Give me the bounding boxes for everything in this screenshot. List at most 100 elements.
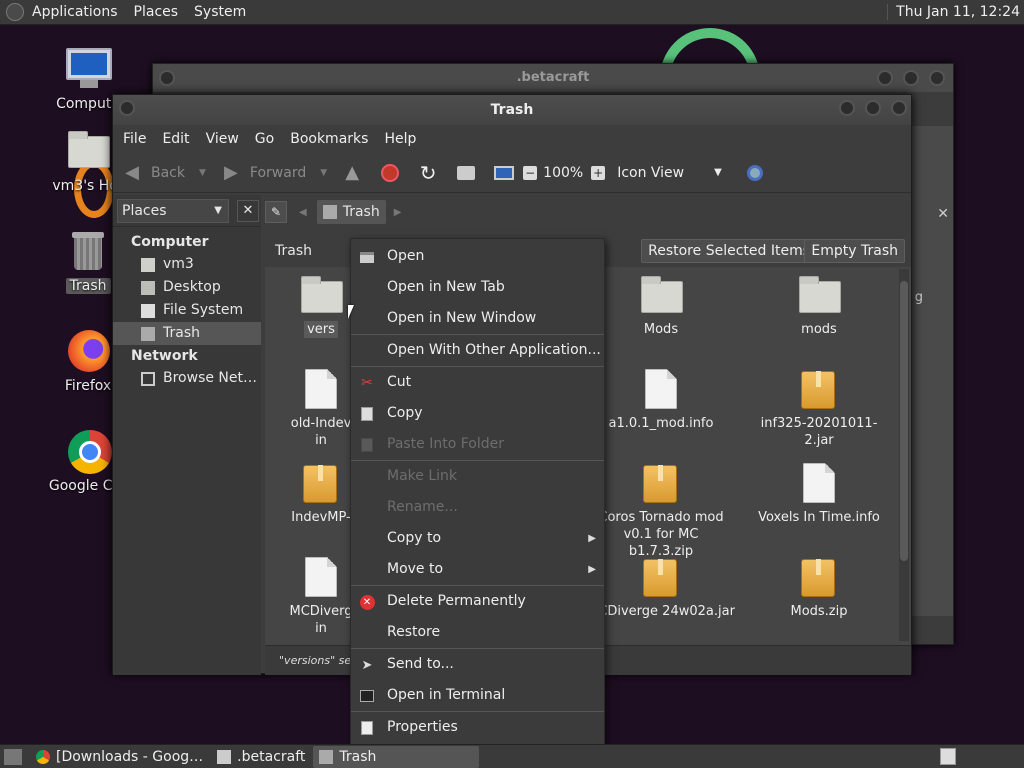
task-chrome[interactable]: [Downloads - Goog…: [30, 746, 209, 768]
computer-icon[interactable]: [493, 162, 515, 184]
context-menu-label: Open With Other Application...: [387, 342, 601, 358]
context-menu-item[interactable]: Open: [351, 241, 604, 272]
file-item[interactable]: Mods.zip: [744, 555, 894, 620]
sidebar-item-network[interactable]: Browse Net…: [113, 367, 261, 390]
path-right-icon[interactable]: ▶: [394, 207, 402, 218]
send-icon: ➤: [361, 657, 373, 673]
file-item[interactable]: mods: [744, 273, 894, 338]
folder-icon: [217, 749, 232, 764]
submenu-arrow-icon: ▶: [588, 564, 596, 575]
home-icon[interactable]: [455, 162, 477, 184]
delete-icon: ✕: [359, 594, 375, 610]
forward-button[interactable]: ▶ Forward ▼: [220, 162, 327, 184]
context-menu-item[interactable]: Open in New Tab: [351, 272, 604, 303]
chevron-down-icon[interactable]: ▼: [320, 168, 327, 178]
context-menu-item[interactable]: ➤ Send to...: [351, 649, 604, 680]
menu-help[interactable]: Help: [376, 131, 424, 147]
reload-icon[interactable]: ↻: [417, 161, 439, 185]
stop-icon[interactable]: [379, 162, 401, 184]
close-icon[interactable]: ✕: [937, 206, 949, 222]
close-button[interactable]: [929, 70, 945, 86]
partial-text: g: [914, 290, 923, 305]
context-menu-item[interactable]: Restore: [351, 617, 604, 648]
minimize-button[interactable]: [839, 100, 855, 116]
workspace-switcher-icon[interactable]: [940, 748, 956, 765]
task-trash[interactable]: Trash: [313, 745, 480, 768]
archive-icon: [797, 367, 841, 411]
context-menu-item[interactable]: Properties: [351, 712, 604, 743]
context-menu-label: Paste Into Folder: [387, 436, 505, 452]
context-menu-item[interactable]: Open in Terminal: [351, 680, 604, 711]
maximize-button[interactable]: [903, 70, 919, 86]
context-menu-item[interactable]: Copy to ▶: [351, 523, 604, 554]
zoom-level[interactable]: 100%: [543, 165, 583, 181]
file-item[interactable]: inf325-20201011-2.jar: [744, 367, 894, 449]
menu-file[interactable]: File: [115, 131, 154, 147]
sidebar-item-filesystem[interactable]: File System: [113, 299, 261, 322]
copy-icon: [359, 406, 375, 422]
window-menu-button[interactable]: [119, 100, 135, 116]
sidebar-item-vm3[interactable]: vm3: [113, 253, 261, 276]
file-item[interactable]: Coros Tornado mod v0.1 for MC b1.7.3.zip: [586, 461, 736, 560]
clock[interactable]: Thu Jan 11, 12:24: [887, 4, 1020, 20]
close-sidebar-icon[interactable]: ✕: [237, 199, 259, 222]
context-menu-item[interactable]: ✕ Delete Permanently: [351, 586, 604, 617]
context-menu-item: Make Link: [351, 461, 604, 492]
zoom-out-icon[interactable]: −: [523, 165, 538, 180]
path-crumb-trash[interactable]: Trash: [316, 200, 386, 224]
file-item[interactable]: a1.0.1_mod.info: [586, 367, 736, 432]
empty-trash-button[interactable]: Empty Trash: [804, 239, 905, 263]
file-item[interactable]: MCDiverge 24w02a.jar: [586, 555, 736, 620]
context-menu-item[interactable]: Open in New Window: [351, 303, 604, 334]
menu-edit[interactable]: Edit: [154, 131, 197, 147]
system-menu[interactable]: System: [186, 4, 254, 20]
task-betacraft[interactable]: .betacraft: [211, 746, 311, 768]
zoom-in-icon[interactable]: +: [591, 165, 606, 180]
drive-icon: [141, 303, 155, 318]
window-titlebar[interactable]: Trash: [113, 95, 911, 125]
context-menu-label: Restore: [387, 624, 441, 640]
menu-view[interactable]: View: [198, 131, 247, 147]
mate-logo-icon[interactable]: [6, 3, 24, 21]
vertical-scrollbar[interactable]: [899, 269, 909, 641]
menubar: File Edit View Go Bookmarks Help: [113, 125, 911, 153]
open-icon: [359, 249, 375, 265]
context-menu-item[interactable]: Copy: [351, 398, 604, 429]
context-menu-item[interactable]: Open With Other Application...: [351, 335, 604, 366]
view-mode-label: Icon View: [617, 164, 685, 181]
show-desktop-icon[interactable]: [4, 748, 22, 765]
context-menu-label: Open in New Window: [387, 310, 537, 326]
up-arrow-icon[interactable]: ▲: [341, 162, 363, 184]
context-menu-item[interactable]: ✂ Cut: [351, 367, 604, 398]
applications-menu[interactable]: Applications: [24, 4, 126, 20]
view-mode-select[interactable]: Icon View ▼: [617, 165, 722, 181]
task-label: [Downloads - Goog…: [56, 748, 204, 765]
path-left-icon[interactable]: ◀: [299, 207, 307, 218]
restore-selected-button[interactable]: Restore Selected Items: [641, 239, 817, 263]
back-button[interactable]: ◀ Back ▼: [121, 162, 206, 184]
sidebar-item-trash[interactable]: Trash: [113, 322, 261, 345]
context-menu-item[interactable]: Move to ▶: [351, 554, 604, 585]
places-selector[interactable]: Places ▼: [117, 198, 229, 223]
file-item-label: a1.0.1_mod.info: [608, 416, 714, 431]
menu-go[interactable]: Go: [247, 131, 282, 147]
search-icon[interactable]: [744, 162, 766, 184]
close-button[interactable]: [891, 100, 907, 116]
file-item[interactable]: Voxels In Time.info: [744, 461, 894, 526]
paste-icon: [359, 437, 375, 453]
file-item-label: Voxels In Time.info: [758, 510, 880, 525]
sidebar-item-desktop[interactable]: Desktop: [113, 276, 261, 299]
edit-location-icon[interactable]: ✎: [265, 201, 287, 223]
menu-bookmarks[interactable]: Bookmarks: [282, 131, 376, 147]
places-section-network: Network: [131, 348, 198, 364]
sidebar-item-label: Desktop: [163, 279, 221, 295]
chevron-down-icon[interactable]: ▼: [199, 168, 206, 178]
places-menu[interactable]: Places: [126, 4, 187, 20]
back-label: Back: [151, 164, 185, 181]
minimize-button[interactable]: [877, 70, 893, 86]
places-sidebar: Places ▼ ✕ Computer vm3 Desktop File Sys…: [113, 195, 261, 675]
file-item[interactable]: Mods: [586, 273, 736, 338]
scrollbar-thumb[interactable]: [900, 281, 908, 561]
maximize-button[interactable]: [865, 100, 881, 116]
window-menu-button[interactable]: [159, 70, 175, 86]
